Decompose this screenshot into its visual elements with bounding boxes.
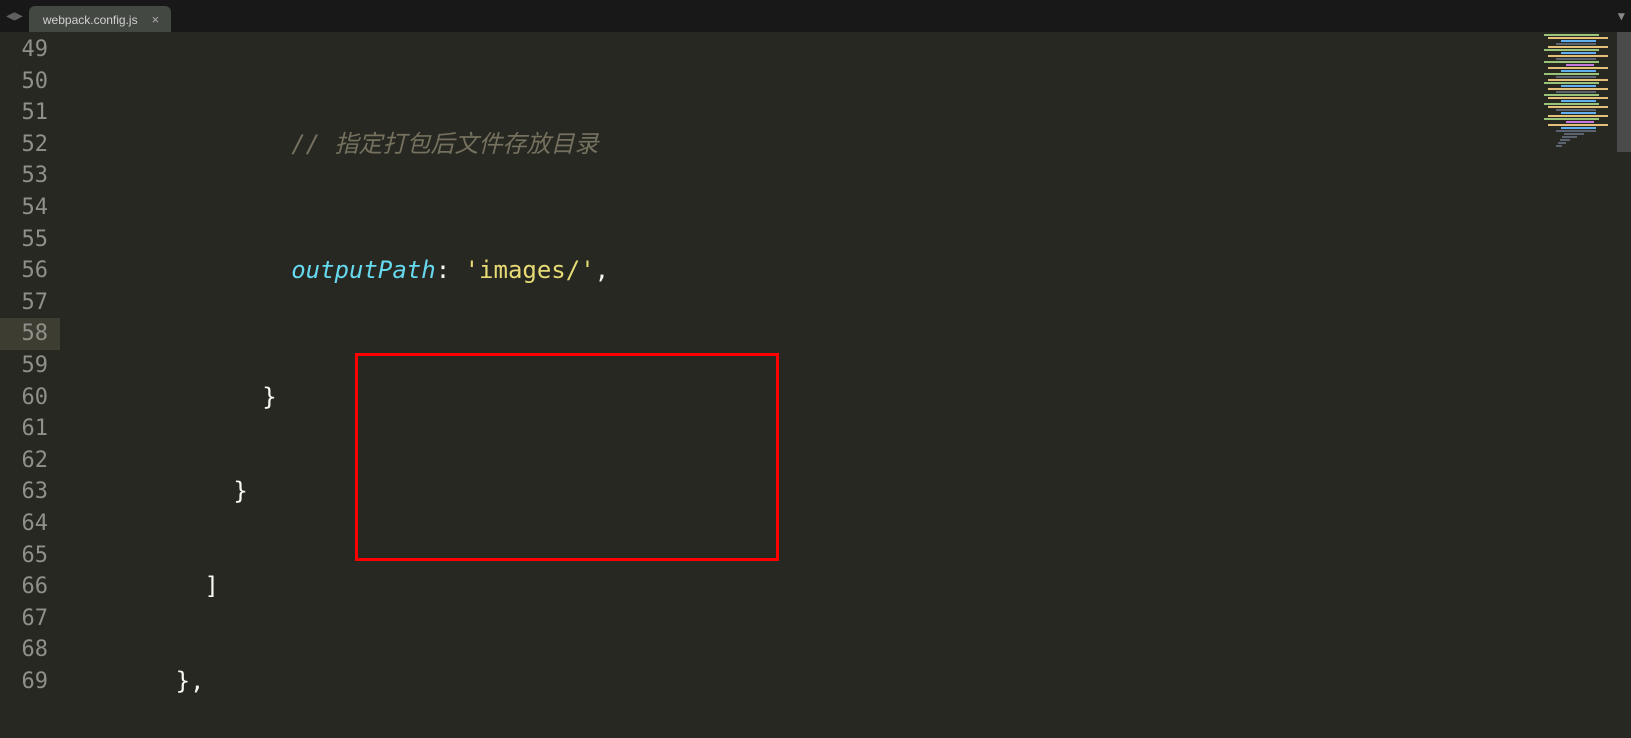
line-number: 62 xyxy=(0,445,60,477)
line-number: 68 xyxy=(0,634,60,666)
line-number: 52 xyxy=(0,129,60,161)
code-line: // 指定打包后文件存放目录 xyxy=(60,129,1631,161)
code-line: } xyxy=(60,382,1631,414)
line-number: 55 xyxy=(0,224,60,256)
line-number: 66 xyxy=(0,571,60,603)
tab-filename: webpack.config.js xyxy=(43,13,138,27)
line-number: 57 xyxy=(0,287,60,319)
line-number: 56 xyxy=(0,255,60,287)
code-area[interactable]: // 指定打包后文件存放目录 outputPath: 'images/', } … xyxy=(60,32,1631,738)
line-number: 65 xyxy=(0,540,60,572)
tab-nav-arrows[interactable]: ◀ ▶ xyxy=(0,0,29,32)
code-editor[interactable]: 4950515253545556575859606162636465666768… xyxy=(0,32,1631,738)
nav-right-icon[interactable]: ▶ xyxy=(14,9,22,23)
code-line: }, xyxy=(60,666,1631,698)
scrollbar-thumb[interactable] xyxy=(1617,32,1631,152)
code-line: ] xyxy=(60,571,1631,603)
close-icon[interactable]: × xyxy=(152,13,160,26)
nav-left-icon[interactable]: ◀ xyxy=(6,9,14,23)
line-number: 60 xyxy=(0,382,60,414)
line-number: 69 xyxy=(0,666,60,698)
tab-bar: ◀ ▶ webpack.config.js × ▼ xyxy=(0,0,1631,33)
code-line: } xyxy=(60,476,1631,508)
line-number: 59 xyxy=(0,350,60,382)
tab-overflow-menu-icon[interactable]: ▼ xyxy=(1618,0,1625,32)
line-number: 50 xyxy=(0,66,60,98)
line-number: 63 xyxy=(0,476,60,508)
line-number: 54 xyxy=(0,192,60,224)
line-number: 67 xyxy=(0,603,60,635)
code-line: outputPath: 'images/', xyxy=(60,255,1631,287)
vertical-scrollbar[interactable] xyxy=(1617,32,1631,738)
line-number: 64 xyxy=(0,508,60,540)
tab-webpack-config[interactable]: webpack.config.js × xyxy=(29,6,171,33)
line-number: 49 xyxy=(0,34,60,66)
line-number: 53 xyxy=(0,160,60,192)
line-number: 61 xyxy=(0,413,60,445)
line-number: 58 xyxy=(0,318,60,350)
line-number-gutter: 4950515253545556575859606162636465666768… xyxy=(0,32,60,738)
line-number: 51 xyxy=(0,97,60,129)
